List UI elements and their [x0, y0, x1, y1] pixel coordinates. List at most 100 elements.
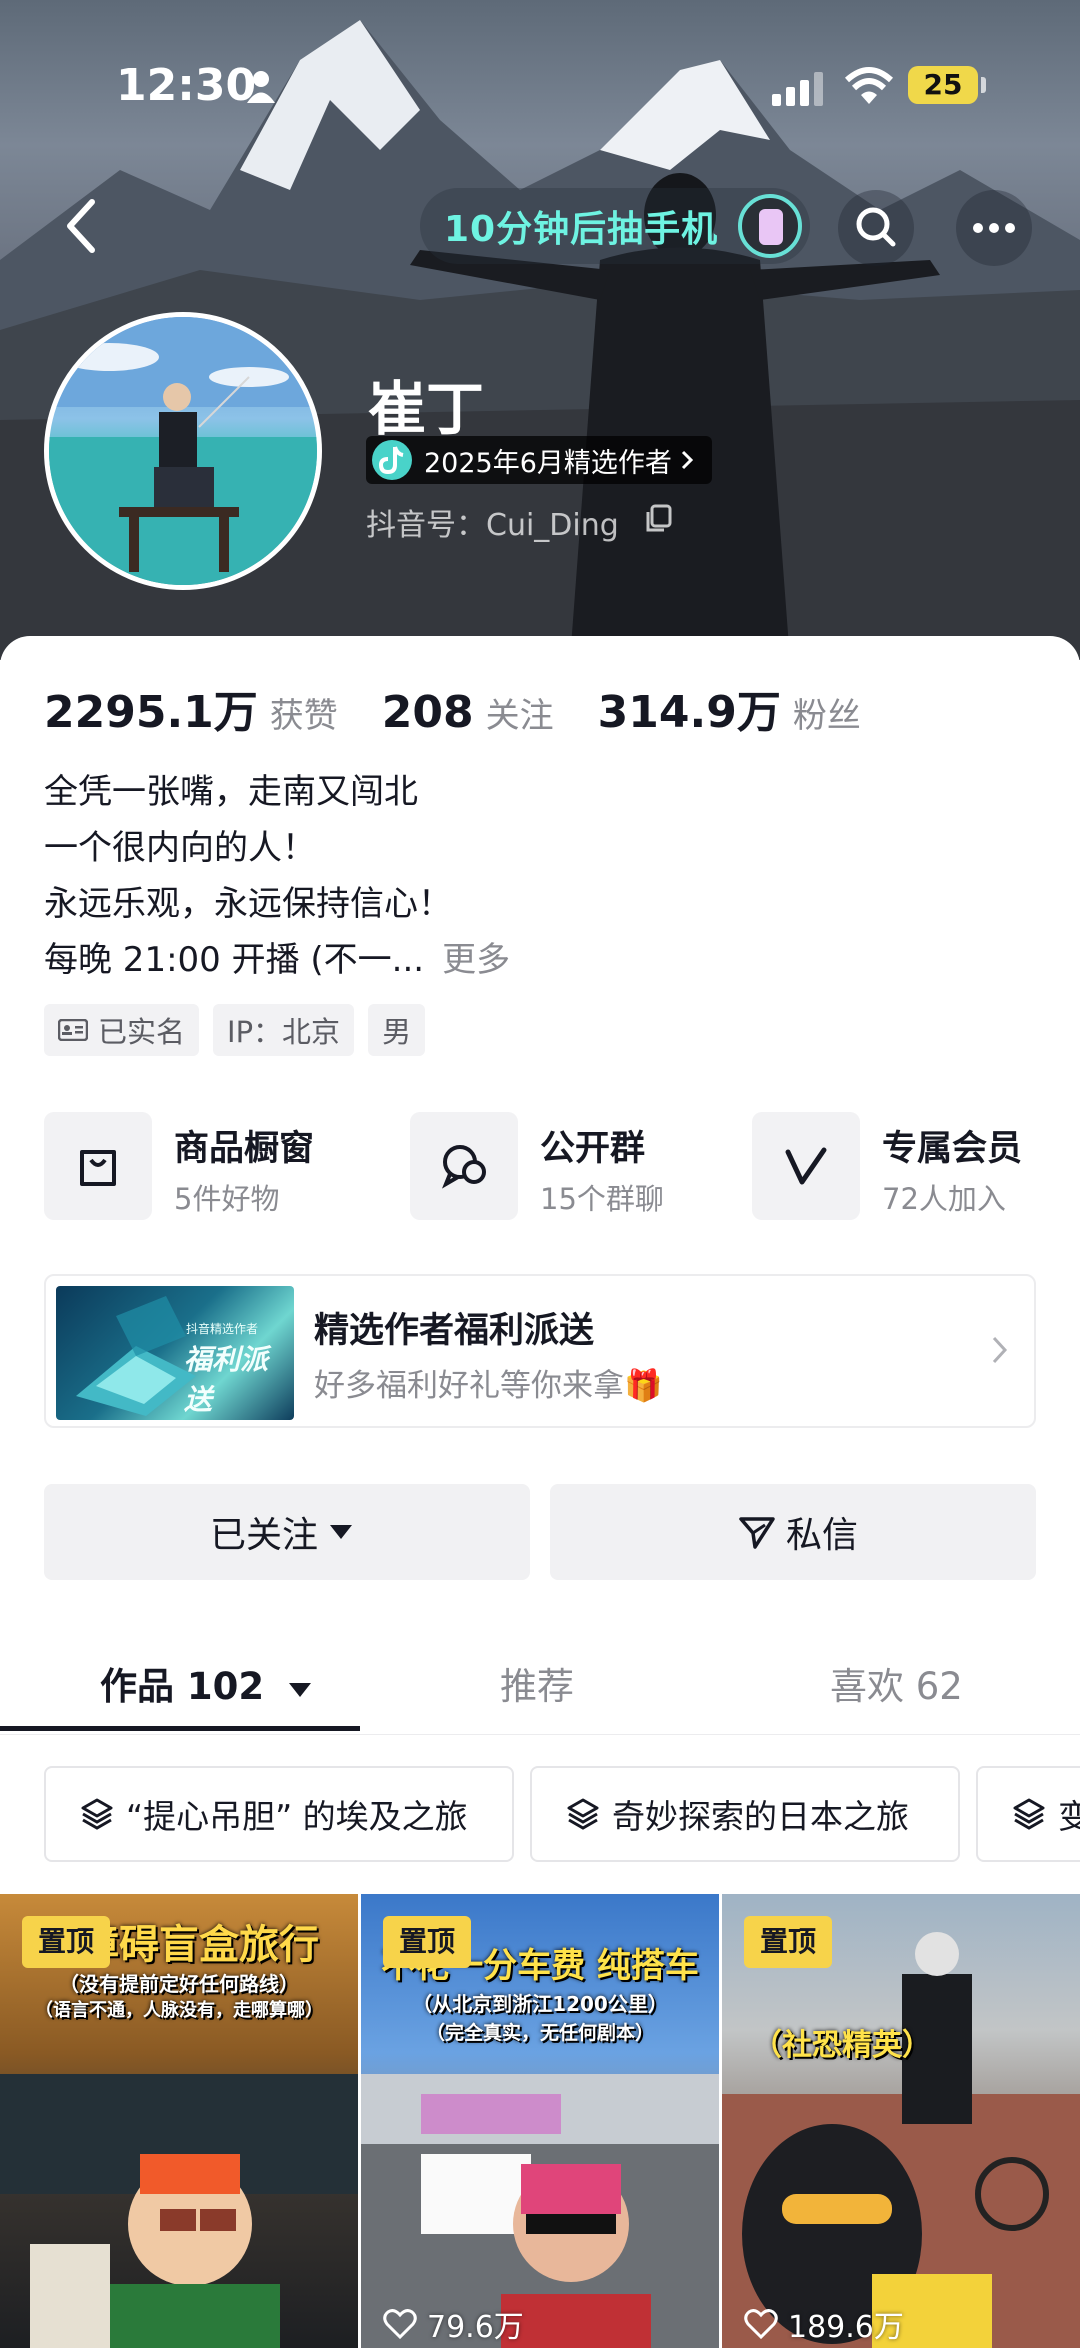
- collection-chip[interactable]: 变: [976, 1766, 1080, 1862]
- chevron-right-icon: [992, 1336, 1008, 1364]
- status-bar: 12:30 25: [0, 0, 1080, 170]
- service-subtitle: 5件好物: [174, 1182, 280, 1216]
- search-button[interactable]: [838, 190, 914, 266]
- banner-title: 精选作者福利派送: [314, 1311, 595, 1351]
- service-title: 专属会员: [882, 1129, 1023, 1169]
- tab-label: 作品 102: [100, 1665, 265, 1708]
- banner-image-small-text: 抖音精选作者: [186, 1322, 259, 1336]
- collection-label: 变: [1058, 1797, 1080, 1836]
- likes-count: 2295.1万: [44, 687, 258, 738]
- caret-down-icon: [289, 1683, 312, 1697]
- video-thumbnail[interactable]: 零障碍盲盒旅行 （没有提前定好任何路线） （语言不通，人脉没有，走哪算哪） 置顶: [0, 1894, 358, 2348]
- copy-icon[interactable]: [644, 504, 672, 534]
- following-button[interactable]: 已关注: [44, 1484, 530, 1580]
- more-button[interactable]: [956, 190, 1032, 266]
- bio-line: 一个很内向的人！: [44, 828, 316, 868]
- banner-image: 抖音精选作者 福利派送: [56, 1286, 294, 1420]
- video-subtitle: （完全真实，无任何剧本）: [425, 2022, 654, 2044]
- id-card-icon: [58, 1019, 88, 1041]
- service-subtitle: 15个群聊: [540, 1182, 664, 1216]
- video-likes: 79.6万: [383, 2302, 524, 2346]
- followers-label[interactable]: 粉丝: [793, 688, 861, 737]
- author-badge-text: 2025年6月精选作者: [424, 447, 672, 479]
- battery-tip: [981, 77, 986, 93]
- service-title: 商品橱窗: [174, 1129, 315, 1169]
- layers-icon: [81, 1798, 113, 1830]
- content-tabs: 作品 102 推荐 喜欢 62: [0, 1634, 1080, 1735]
- tab-likes[interactable]: 喜欢 62: [830, 1656, 963, 1710]
- profile-tags: 已实名 IP：北京 男: [44, 1004, 426, 1056]
- caret-down-icon: [330, 1525, 352, 1539]
- stats-row: 2295.1万 获赞 208 关注 314.9万 粉丝: [44, 676, 905, 740]
- tab-works[interactable]: 作品 102: [100, 1656, 313, 1710]
- collection-chip[interactable]: “提心吊胆” 的埃及之旅: [44, 1766, 514, 1862]
- message-button[interactable]: 私信: [550, 1484, 1036, 1580]
- banner-image-text: 福利派送: [184, 1343, 269, 1416]
- bio-more-link[interactable]: 更多: [442, 940, 510, 980]
- search-icon: [856, 207, 896, 247]
- benefit-banner[interactable]: 抖音精选作者 福利派送 精选作者福利派送 好多福利好礼等你来拿🎁: [44, 1274, 1036, 1428]
- service-subtitle: 72人加入: [882, 1182, 1006, 1216]
- back-arrow-icon[interactable]: [58, 196, 106, 256]
- service-icon-box: [44, 1112, 152, 1220]
- likes-label: 获赞: [269, 696, 338, 736]
- collections-row[interactable]: “提心吊胆” 的埃及之旅 奇妙探索的日本之旅 变: [44, 1766, 1080, 1862]
- service-icon-box: [410, 1112, 518, 1220]
- following-count[interactable]: 208: [382, 687, 474, 738]
- tag-label: 男: [382, 1015, 412, 1049]
- pinned-badge: 置顶: [383, 1916, 471, 1968]
- bag-icon: [80, 1150, 116, 1186]
- heart-icon: [744, 2309, 778, 2339]
- tab-label: 推荐: [500, 1665, 574, 1708]
- promo-text: 10分钟后抽手机: [444, 209, 719, 250]
- message-button-label: 私信: [785, 1515, 858, 1556]
- video-thumbnail[interactable]: 不花一分车费 纯搭车 （从北京到浙江1200公里） （完全真实，无任何剧本） 置…: [361, 1894, 719, 2348]
- bio-line-last: 每晚 21:00 开播 (不一... 更多: [44, 932, 510, 988]
- collection-label: “提心吊胆” 的埃及之旅: [126, 1797, 468, 1836]
- username: 崔丁: [368, 375, 485, 443]
- phone-prize-icon: [738, 194, 803, 258]
- gender-tag: 男: [368, 1004, 426, 1056]
- pinned-badge: 置顶: [22, 1916, 110, 1968]
- send-icon: [739, 1517, 775, 1549]
- verified-tag: 已实名: [44, 1004, 200, 1056]
- ip-tag: IP：北京: [213, 1004, 355, 1056]
- video-grid: 零障碍盲盒旅行 （没有提前定好任何路线） （语言不通，人脉没有，走哪算哪） 置顶…: [0, 1894, 1080, 2348]
- video-subtitle: （从北京到浙江1200公里）: [412, 1992, 668, 2016]
- likes-count: 189.6万: [788, 2310, 904, 2345]
- signal-icon: [772, 72, 823, 106]
- lottery-promo-button[interactable]: 10分钟后抽手机: [420, 188, 811, 264]
- tab-recommended[interactable]: 推荐: [500, 1656, 574, 1710]
- chevron-right-icon: [681, 450, 694, 470]
- active-tab-indicator: [0, 1726, 360, 1731]
- douyin-logo-icon: [372, 440, 412, 480]
- likes-count: 79.6万: [427, 2310, 524, 2345]
- bio-line: 永远乐观，永远保持信心！: [44, 884, 452, 924]
- avatar-photo: [49, 317, 317, 585]
- bio-line: 每晚 21:00 开播 (不一...: [44, 940, 425, 980]
- bio: 全凭一张嘴，走南又闯北 一个很内向的人！ 永远乐观，永远保持信心！ 每晚 21:…: [44, 764, 510, 988]
- video-thumbnail[interactable]: （社恐精英） 置顶 189.6万: [722, 1894, 1080, 2348]
- following-button-label: 已关注: [209, 1515, 318, 1556]
- following-label[interactable]: 关注: [486, 688, 554, 737]
- v-icon: [785, 1147, 827, 1185]
- wifi-icon: [844, 67, 894, 104]
- bio-line: 全凭一张嘴，走南又闯北: [44, 772, 418, 812]
- selected-author-badge[interactable]: 2025年6月精选作者: [366, 436, 712, 484]
- video-subtitle: （语言不通，人脉没有，走哪算哪）: [35, 2000, 323, 2021]
- collection-chip[interactable]: 奇妙探索的日本之旅: [530, 1766, 960, 1862]
- followers-count[interactable]: 314.9万: [598, 676, 781, 740]
- layers-icon: [1013, 1798, 1045, 1830]
- douyin-id: 抖音号：Cui_Ding: [366, 508, 619, 543]
- tag-label: IP：北京: [227, 1015, 341, 1049]
- heart-icon: [383, 2309, 417, 2339]
- status-time: 12:30: [116, 60, 257, 111]
- pinned-badge: 置顶: [744, 1916, 832, 1968]
- person-icon: [247, 71, 275, 103]
- services-row: 商品橱窗 5件好物 公开群 15个群聊 专属会员 72人加入: [44, 1112, 1044, 1222]
- tag-label: 已实名: [98, 1015, 186, 1049]
- avatar[interactable]: [44, 312, 322, 590]
- video-title: （社恐精英）: [752, 2028, 932, 2063]
- battery-indicator: 25: [908, 66, 978, 104]
- more-dots-icon: [973, 223, 1015, 233]
